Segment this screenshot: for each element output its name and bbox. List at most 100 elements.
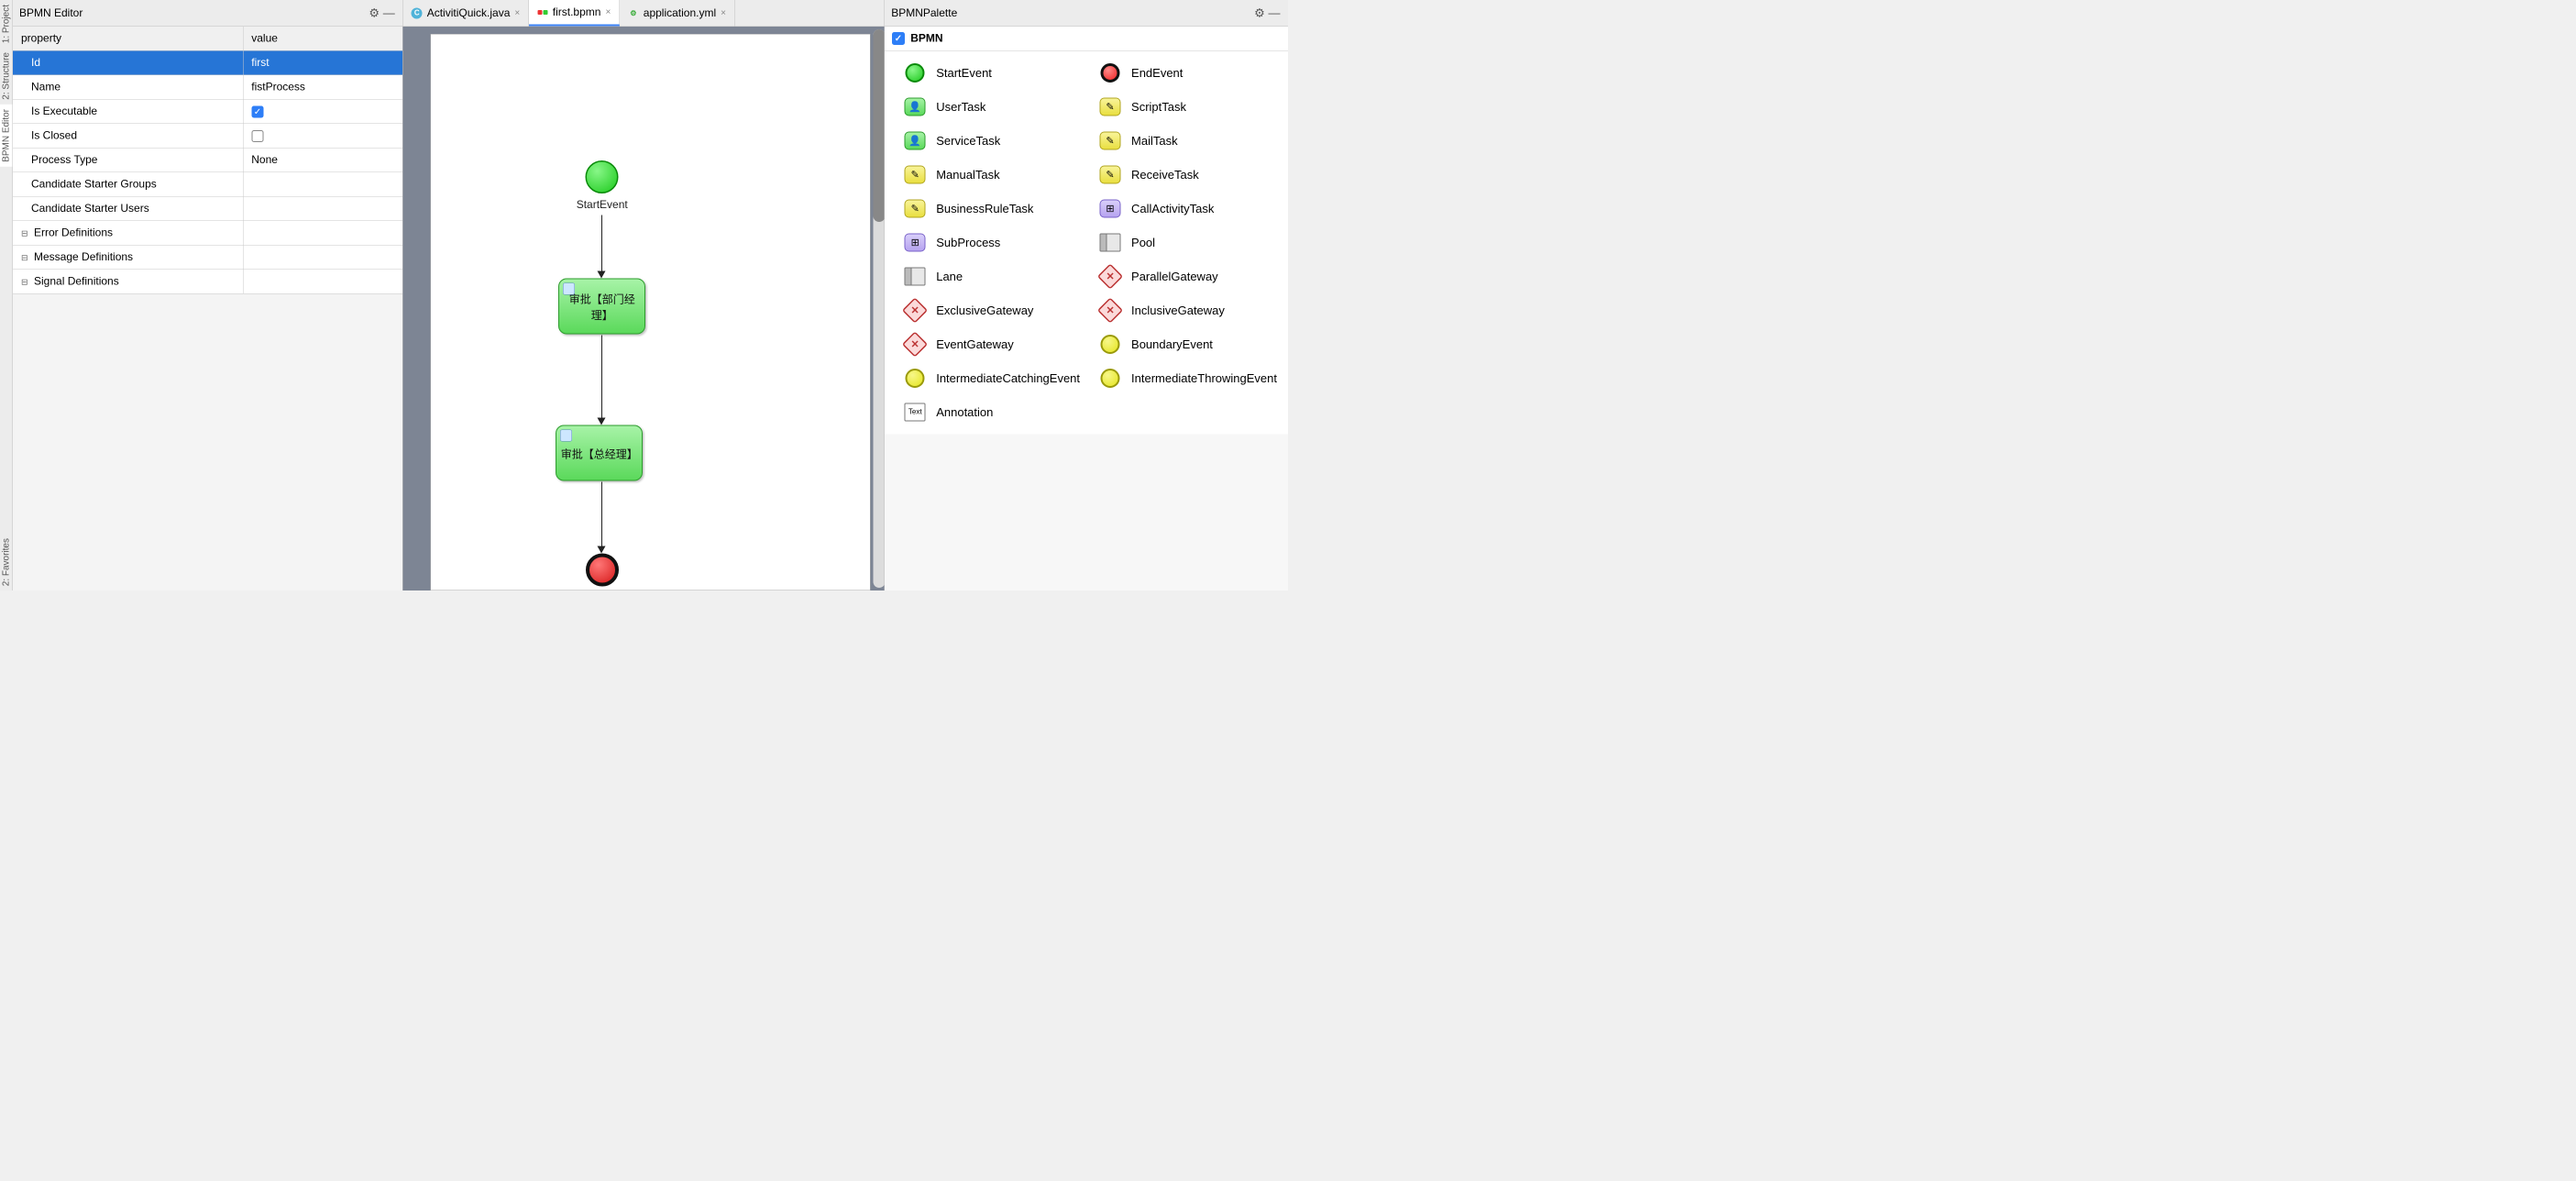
vertical-scrollbar[interactable] [874,29,885,588]
definition-row[interactable]: ⊟Message Definitions [13,245,402,270]
palette-item-pool[interactable]: Pool [1091,231,1277,255]
arrow-head-icon [598,546,606,554]
close-icon[interactable]: × [721,8,726,19]
palette-item-lane[interactable]: Lane [896,265,1080,289]
checkbox-icon[interactable] [892,32,905,45]
palette-item-subprocess[interactable]: ⊞SubProcess [896,231,1080,255]
property-row[interactable]: Idfirst [13,50,402,75]
palette-item-endevent[interactable]: EndEvent [1091,61,1277,85]
palette-item-receivetask[interactable]: ✎ ReceiveTask [1091,163,1277,187]
task-icon: ✎ [1098,163,1122,187]
palette-item-annotation[interactable]: TextAnnotation [896,401,1080,425]
property-row[interactable]: Process TypeNone [13,148,402,172]
palette-item-usertask[interactable]: 👤 UserTask [896,95,1080,119]
palette-item-inclusivegateway[interactable]: ✕InclusiveGateway [1091,299,1277,323]
favorites-tab[interactable]: 2: Favorites [0,534,13,590]
palette-item-scripttask[interactable]: ✎ ScriptTask [1091,95,1277,119]
property-value[interactable]: fistProcess [243,75,402,100]
task-icon: 👤 [903,95,927,119]
property-value[interactable] [243,172,402,197]
end-event-node[interactable] [586,554,619,587]
task-icon: ✎ [1098,95,1122,119]
palette-item-boundaryevent[interactable]: BoundaryEvent [1091,333,1277,357]
property-row[interactable]: Is Closed [13,124,402,149]
start-event-node[interactable] [586,160,619,193]
palette-item-servicetask[interactable]: 👤ServiceTask [896,129,1080,153]
gear-icon[interactable]: ⚙ [367,6,381,21]
property-row[interactable]: NamefistProcess [13,75,402,100]
property-row[interactable]: Is Executable [13,99,402,124]
palette-item-callactivitytask[interactable]: ⊞CallActivityTask [1091,197,1277,221]
close-icon[interactable]: × [605,7,611,18]
palette-item-label: EventGateway [936,337,1014,352]
bpmn-editor-tab[interactable]: BPMN Editor [0,105,13,167]
palette-item-intermediatethrowingevent[interactable]: IntermediateThrowingEvent [1091,367,1277,391]
palette-title: BPMNPalette [891,6,1252,19]
property-value[interactable] [243,99,402,124]
gateway-icon: ✕ [1098,299,1122,323]
property-value[interactable] [243,196,402,221]
definition-row[interactable]: ⊟Error Definitions [13,221,402,246]
structure-tab[interactable]: 2: Structure [0,48,13,105]
task-icon: ✎ [1098,129,1122,153]
user-task-2[interactable]: 审批【总经理】 [556,425,643,481]
minimize-icon[interactable]: — [1267,6,1282,21]
file-tab-activiti[interactable]: CActivitiQuick.java× [403,0,529,27]
file-tab-appyml[interactable]: ⚙ application.yml × [620,0,735,27]
palette-item-label: SubProcess [936,236,1000,250]
gear-icon[interactable]: ⚙ [1252,6,1267,21]
collapse-icon[interactable]: ⊟ [21,278,30,288]
palette-item-eventgateway[interactable]: ✕EventGateway [896,333,1080,357]
annotation-icon: Text [903,401,927,425]
close-icon[interactable]: × [514,8,520,19]
col-value: value [243,27,402,50]
palette-item-manualtask[interactable]: ✎ManualTask [896,163,1080,187]
palette-item-label: ManualTask [936,168,999,182]
palette-item-label: Lane [936,270,963,284]
definition-row[interactable]: ⊟Signal Definitions [13,270,402,294]
palette-item-label: Pool [1131,236,1155,250]
palette-item-label: EndEvent [1131,66,1183,81]
scroll-thumb[interactable] [874,29,885,222]
task-icon: ✎ [903,197,927,221]
palette-item-businessruletask[interactable]: ✎BusinessRuleTask [896,197,1080,221]
project-tab[interactable]: 1: Project [0,0,13,48]
checkbox[interactable] [251,130,263,142]
property-name: Candidate Starter Groups [13,172,243,197]
palette-item-label: UserTask [936,100,985,115]
seq-flow-3[interactable] [601,482,602,548]
yml-file-icon: ⚙ [628,7,639,18]
property-value[interactable] [243,124,402,149]
property-row[interactable]: Candidate Starter Users [13,196,402,221]
file-tab-first[interactable]: first.bpmn× [529,0,620,27]
property-value[interactable]: first [243,50,402,75]
definition-name: ⊟Message Definitions [13,245,243,270]
palette-item-exclusivegateway[interactable]: ✕ExclusiveGateway [896,299,1080,323]
palette-grid: StartEventEndEvent👤UserTask✎ScriptTask👤S… [885,51,1288,435]
seq-flow-1[interactable] [601,215,602,273]
seq-flow-2[interactable] [601,336,602,420]
user-task-1[interactable]: 审批【部门经理】 [558,279,645,335]
panel-title: BPMN Editor [19,6,367,19]
property-value[interactable]: None [243,148,402,172]
palette-item-label: ScriptTask [1131,100,1186,115]
palette-item-label: ReceiveTask [1131,168,1199,182]
checkbox[interactable] [251,105,263,117]
event-icon [1098,333,1122,357]
minimize-icon[interactable]: — [381,6,396,21]
bpmn-canvas[interactable]: StartEvent 审批【部门经理】 审批【总经理】 EndEvent [431,34,871,590]
task-icon: 👤 [903,129,927,153]
bpmn-palette-panel: BPMNPalette ⚙ — BPMN StartEvent EndEvent 👤… [885,0,1288,590]
palette-item-intermediatecatchingevent[interactable]: IntermediateCatchingEvent [896,367,1080,391]
property-row[interactable]: Candidate Starter Groups [13,172,402,197]
palette-item-startevent[interactable]: StartEvent [896,61,1080,85]
palette-item-mailtask[interactable]: ✎MailTask [1091,129,1277,153]
palette-item-parallelgateway[interactable]: ✕ParallelGateway [1091,265,1277,289]
tab-label: application.yml [644,6,716,19]
property-name: Candidate Starter Users [13,196,243,221]
collapse-icon[interactable]: ⊟ [21,229,30,239]
end-event-icon [1098,61,1122,85]
palette-item-label: IntermediateThrowingEvent [1131,371,1277,386]
palette-root[interactable]: BPMN [885,27,1288,51]
collapse-icon[interactable]: ⊟ [21,253,30,263]
